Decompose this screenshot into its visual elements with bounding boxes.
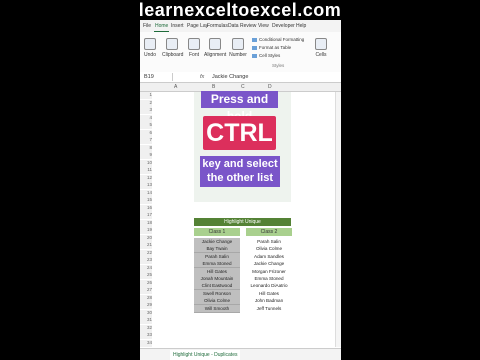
percent-icon <box>232 38 244 50</box>
cells-icon <box>315 38 327 50</box>
class2-cell[interactable]: John Badman <box>246 297 292 305</box>
class2-cell[interactable]: Leonardo DiAatrio <box>246 282 292 290</box>
clipboard-icon <box>166 38 178 50</box>
alignment-icon <box>209 38 221 50</box>
row-header[interactable]: 31 <box>140 317 152 324</box>
vertical-scrollbar[interactable] <box>335 92 341 347</box>
tab-insert[interactable]: Insert <box>170 21 185 31</box>
row-header[interactable]: 1 <box>140 92 152 99</box>
row-header[interactable]: 28 <box>140 294 152 302</box>
tab-data[interactable]: Data <box>227 21 240 31</box>
clipboard-button[interactable]: Clipboard <box>162 38 183 58</box>
class2-cell[interactable]: Emma Stoned <box>246 275 292 282</box>
number-button[interactable]: Number <box>228 38 248 58</box>
class2-cell[interactable]: Parah Salin <box>246 238 292 245</box>
row-header[interactable]: 25 <box>140 272 152 279</box>
undo-icon <box>144 38 156 50</box>
font-icon <box>188 38 200 50</box>
row-header[interactable]: 29 <box>140 302 152 309</box>
class1-cell[interactable]: Will Smooth <box>194 304 240 313</box>
excel-window: File Home Insert Page Lay Formulas Data … <box>140 20 341 360</box>
tab-home[interactable]: Home <box>154 21 170 32</box>
row-header[interactable]: 30 <box>140 309 152 317</box>
row-header[interactable]: 33 <box>140 332 152 339</box>
table-icon <box>252 45 257 50</box>
formula-input[interactable]: Jackie Change <box>212 73 248 81</box>
row-header[interactable]: 9 <box>140 152 152 159</box>
conditional-formatting-button[interactable]: Conditional Formatting <box>252 37 304 42</box>
site-banner: learnexceltoexcel.com <box>0 0 480 20</box>
row-header[interactable]: 12 <box>140 174 152 182</box>
sheet-tab-highlight-unique[interactable]: Highlight Unique - Duplicates <box>170 350 241 360</box>
row-header[interactable]: 5 <box>140 122 152 129</box>
row-header[interactable]: 20 <box>140 234 152 242</box>
class2-cell[interactable]: Morgan Frizoner <box>246 267 292 275</box>
row-header[interactable]: 23 <box>140 257 152 264</box>
row-header[interactable]: 27 <box>140 287 152 294</box>
row-header[interactable]: 34 <box>140 339 152 347</box>
tab-file[interactable]: File <box>142 21 152 31</box>
row-header[interactable]: 13 <box>140 182 152 189</box>
row-header[interactable]: 24 <box>140 264 152 272</box>
tab-help[interactable]: Help <box>295 21 307 31</box>
table-title: Highlight Unique <box>194 218 291 226</box>
row-header[interactable]: 16 <box>140 204 152 212</box>
column-header-b[interactable]: B <box>212 83 215 91</box>
class2-cell[interactable]: Jackie Change <box>246 260 292 268</box>
class2-cell[interactable]: Adam Sandles <box>246 252 292 260</box>
row-header[interactable]: 2 <box>140 99 152 107</box>
row-header[interactable]: 8 <box>140 144 152 152</box>
undo-button[interactable]: Undo <box>142 38 158 58</box>
callout-press-hold: Press and hold <box>201 91 278 123</box>
alignment-button[interactable]: Alignment <box>204 38 226 58</box>
class2-header: Class 2 <box>246 228 292 236</box>
tab-review[interactable]: Review <box>239 21 257 31</box>
sheet-tab-bar: Highlight Unique - Duplicates <box>140 348 341 360</box>
row-header[interactable]: 6 <box>140 129 152 137</box>
fx-icon[interactable]: fx <box>200 73 204 81</box>
conditional-formatting-icon <box>252 37 257 42</box>
cell-styles-button[interactable]: Cell Styles <box>252 53 280 58</box>
callout-select-list: key and select the other list <box>200 156 280 187</box>
row-header[interactable]: 32 <box>140 324 152 332</box>
class2-cell[interactable]: Olivia Colme <box>246 245 292 253</box>
row-header[interactable]: 15 <box>140 197 152 204</box>
row-header[interactable]: 17 <box>140 212 152 219</box>
cell-styles-icon <box>252 53 257 58</box>
row-header[interactable]: 19 <box>140 227 152 234</box>
row-header[interactable]: 21 <box>140 242 152 249</box>
row-header[interactable]: 11 <box>140 167 152 174</box>
row-header[interactable]: 14 <box>140 189 152 197</box>
column-header-a[interactable]: A <box>174 83 177 91</box>
row-header[interactable]: 4 <box>140 114 152 122</box>
cells-button[interactable]: Cells <box>312 38 330 58</box>
row-header[interactable]: 7 <box>140 137 152 144</box>
column-header-c[interactable]: C <box>241 83 245 91</box>
row-header[interactable]: 26 <box>140 279 152 287</box>
row-header[interactable]: 3 <box>140 107 152 114</box>
row-header[interactable]: 22 <box>140 249 152 257</box>
tab-developer[interactable]: Developer <box>271 21 296 31</box>
row-header[interactable]: 10 <box>140 159 152 167</box>
tab-formulas[interactable]: Formulas <box>206 21 229 31</box>
callout-line-b: the other list <box>206 172 273 184</box>
column-header-d[interactable]: D <box>268 83 272 91</box>
class2-cell[interactable]: Jeff Tunnels <box>246 304 292 312</box>
tab-view[interactable]: View <box>257 21 270 31</box>
class2-cell[interactable]: Hill Gates <box>246 289 292 297</box>
name-box[interactable]: B19 <box>142 73 173 81</box>
format-as-table-button[interactable]: Format as Table <box>252 45 291 50</box>
class1-header: Class 1 <box>194 228 240 236</box>
formula-bar: B19 fx Jackie Change <box>140 72 341 83</box>
styles-group-label: Styles <box>272 63 285 68</box>
callout-line-a: key and select <box>202 158 278 170</box>
row-header[interactable]: 18 <box>140 219 152 227</box>
callout-ctrl: CTRL <box>203 116 276 150</box>
font-button[interactable]: Font <box>186 38 202 58</box>
